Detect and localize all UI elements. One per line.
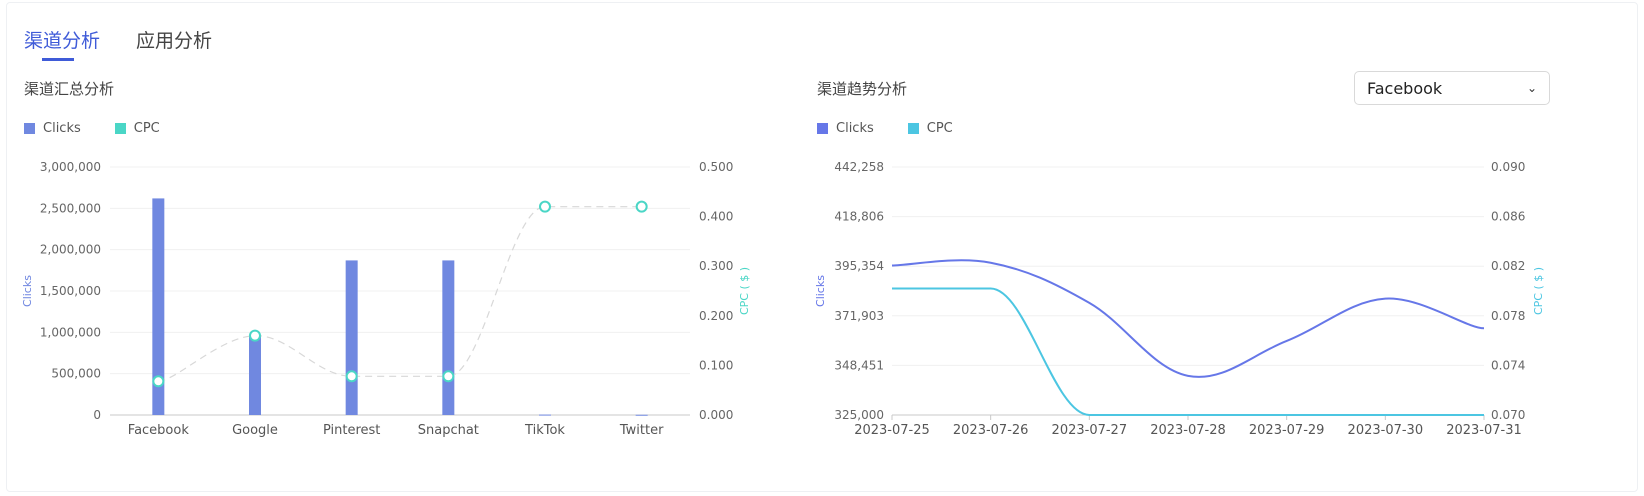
cpc-point-facebook <box>152 375 165 388</box>
y2-tick-label: 0.074 <box>1491 358 1525 372</box>
y2-tick-label: 0.078 <box>1491 309 1525 323</box>
x-tick-label: 2023-07-28 <box>1150 423 1226 438</box>
y-tick-label: 1,500,000 <box>40 284 101 298</box>
clicks-line <box>891 259 1485 378</box>
bar-clicks-snapchat <box>442 260 455 415</box>
y2-tick-label: 0.400 <box>699 210 733 224</box>
cpc-point-pinterest <box>345 370 358 383</box>
y-tick-label: 1,000,000 <box>40 325 101 339</box>
y-tick-label: 2,000,000 <box>40 243 101 257</box>
y2-axis-label: CPC ( $ ) <box>738 267 751 315</box>
x-tick-label: Snapchat <box>418 423 479 438</box>
y2-tick-label: 0.100 <box>699 358 733 372</box>
x-tick-label: 2023-07-25 <box>854 423 930 438</box>
bar-clicks-pinterest <box>345 260 358 415</box>
x-tick-label: Twitter <box>619 423 664 438</box>
y-axis-label: Clicks <box>814 275 827 307</box>
y2-tick-label: 0.000 <box>699 408 733 422</box>
y2-tick-label: 0.300 <box>699 259 733 273</box>
y-tick-label: 371,903 <box>834 309 884 323</box>
x-tick-label: 2023-07-27 <box>1052 423 1128 438</box>
y-tick-label: 442,258 <box>834 160 884 174</box>
y-tick-label: 418,806 <box>834 210 884 224</box>
cpc-line <box>158 206 642 382</box>
y2-tick-label: 0.070 <box>1491 408 1525 422</box>
y2-tick-label: 0.082 <box>1491 259 1525 273</box>
x-tick-label: Pinterest <box>323 423 380 438</box>
bar-clicks-google <box>249 336 261 415</box>
summary-chart: 0 500,000 1,000,000 1,500,000 2,000,000 2,500… <box>21 160 751 438</box>
x-tick-label: TikTok <box>524 423 565 438</box>
y-tick-label: 0 <box>93 408 101 422</box>
y-tick-label: 3,000,000 <box>40 160 101 174</box>
y-tick-label: 500,000 <box>51 367 101 381</box>
y-tick-label: 395,354 <box>834 259 884 273</box>
y2-tick-label: 0.500 <box>699 160 733 174</box>
y2-tick-label: 0.086 <box>1491 210 1525 224</box>
x-tick-label: Facebook <box>128 423 190 438</box>
x-tick-label: 2023-07-26 <box>953 423 1029 438</box>
cpc-point-twitter <box>635 200 648 213</box>
cpc-point-snapchat <box>442 370 455 383</box>
x-tick-label: 2023-07-30 <box>1348 423 1424 438</box>
y2-tick-label: 0.090 <box>1491 160 1525 174</box>
y-tick-label: 348,451 <box>834 358 884 372</box>
y-tick-label: 2,500,000 <box>40 201 101 215</box>
y-tick-label: 325,000 <box>834 408 884 422</box>
y-axis-label: Clicks <box>21 275 34 307</box>
cpc-line <box>892 287 1484 417</box>
x-tick-label: Google <box>232 423 278 438</box>
cpc-point-google <box>249 329 261 342</box>
x-tick-label: 2023-07-31 <box>1446 423 1522 438</box>
cpc-point-tiktok <box>539 200 551 213</box>
y2-axis-label: CPC ( $ ) <box>1532 267 1545 315</box>
x-tick-label: 2023-07-29 <box>1249 423 1325 438</box>
y2-tick-label: 0.200 <box>699 309 733 323</box>
bar-clicks-twitter <box>635 414 648 416</box>
trend-chart: 325,000 348,451 371,903 395,354 418,806 442,2… <box>814 160 1545 438</box>
bar-clicks-tiktok <box>539 414 551 416</box>
